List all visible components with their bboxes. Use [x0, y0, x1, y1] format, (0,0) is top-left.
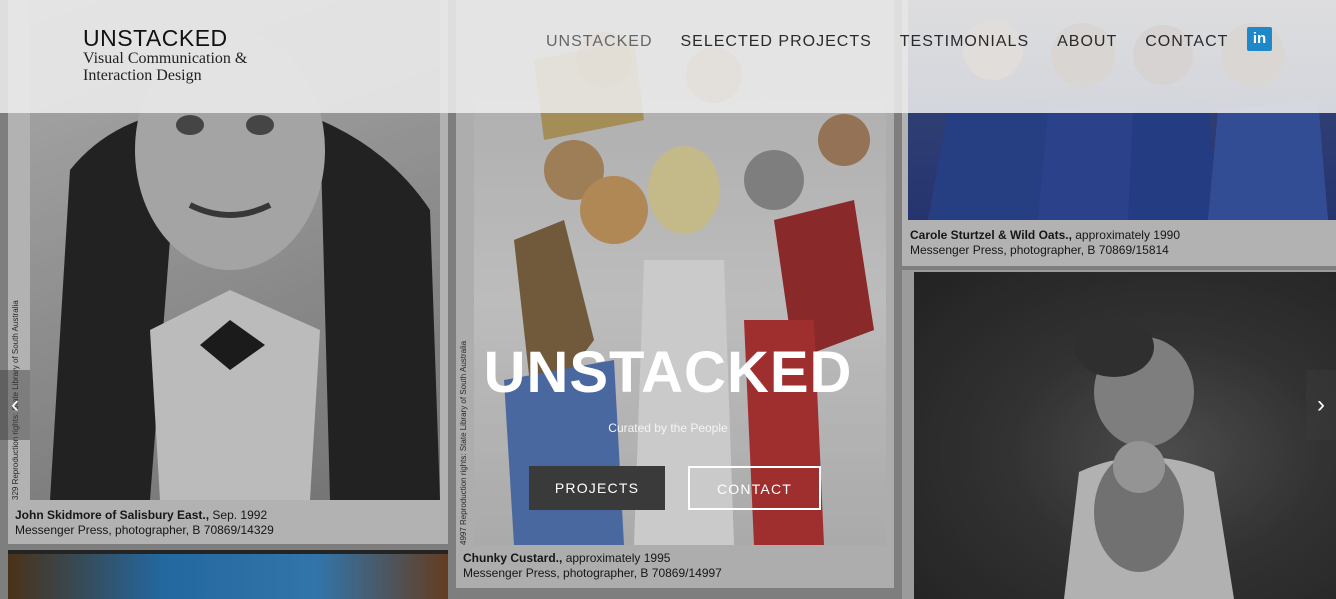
site-header: UNSTACKED Visual Communication & Interac…	[0, 0, 1336, 113]
site-logo[interactable]: UNSTACKED Visual Communication & Interac…	[83, 26, 247, 84]
main-nav: UNSTACKED SELECTED PROJECTS TESTIMONIALS…	[546, 32, 1228, 52]
chevron-left-icon[interactable]: ‹	[0, 370, 30, 440]
logo-subtitle-line1: Visual Communication &	[83, 50, 248, 67]
nav-item-selected-projects[interactable]: SELECTED PROJECTS	[681, 32, 872, 52]
hero-subtitle: Curated by the People	[608, 421, 728, 435]
nav-item-testimonials[interactable]: TESTIMONIALS	[900, 32, 1029, 52]
nav-item-about[interactable]: ABOUT	[1057, 32, 1117, 52]
nav-item-unstacked[interactable]: UNSTACKED	[546, 32, 653, 52]
hero-title: UNSTACKED	[483, 340, 853, 405]
logo-title: UNSTACKED	[83, 25, 228, 51]
contact-button[interactable]: CONTACT	[688, 466, 821, 510]
page: 329 Reproduction rights: State Library o…	[0, 0, 1336, 599]
logo-subtitle-line2: Interaction Design	[83, 67, 202, 84]
nav-item-contact[interactable]: CONTACT	[1145, 32, 1228, 52]
chevron-right-icon[interactable]: ›	[1306, 370, 1336, 440]
linkedin-icon[interactable]: in	[1247, 27, 1272, 51]
projects-button[interactable]: PROJECTS	[529, 466, 665, 510]
